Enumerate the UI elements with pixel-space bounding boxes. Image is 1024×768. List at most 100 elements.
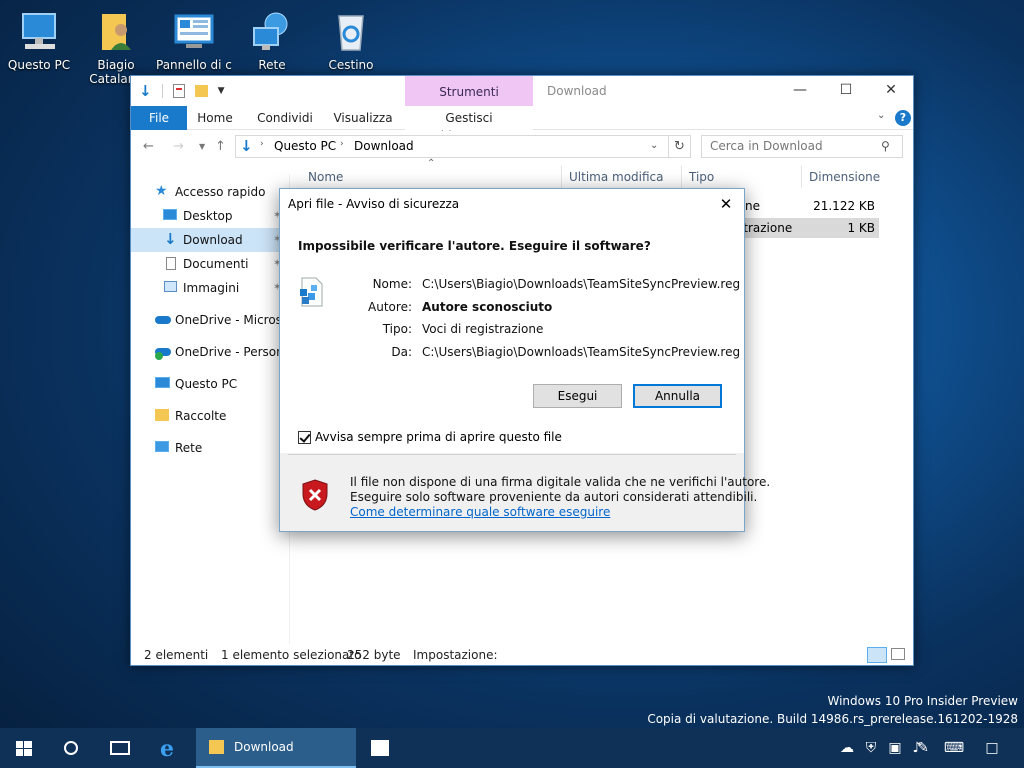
nav-onedrive-personal[interactable]: OneDrive - Personal: [131, 340, 289, 364]
field-value-nome: C:\Users\Biagio\Downloads\TeamSiteSyncPr…: [422, 277, 741, 291]
down-arrow-icon[interactable]: ↓: [139, 82, 152, 100]
recent-locations-button[interactable]: ▼: [199, 142, 205, 151]
taskbar: e Download ☁ ⛨ ▣ ♪ ✎ ⌨ □: [0, 728, 1024, 768]
tab-condividi[interactable]: Condividi: [253, 106, 317, 130]
cortana-button[interactable]: [48, 728, 96, 768]
checkbox-checked[interactable]: [298, 430, 311, 444]
shield-warning-icon: [301, 479, 329, 514]
defender-tray-icon[interactable]: ⛨: [860, 728, 882, 768]
column-dimensione[interactable]: Dimensione: [809, 166, 880, 188]
desktop-icon-control-panel[interactable]: Pannello di controllo: [156, 10, 232, 72]
minimize-button[interactable]: —: [777, 76, 823, 106]
breadcrumb-questo-pc[interactable]: Questo PC: [274, 139, 336, 153]
window-title: Download: [547, 84, 607, 98]
close-button[interactable]: ✕: [868, 76, 914, 106]
breadcrumb-download[interactable]: Download: [354, 139, 414, 153]
network-icon: [155, 441, 169, 452]
desktop-icon-rete[interactable]: Rete: [234, 10, 310, 72]
store-icon: [371, 740, 389, 756]
start-button[interactable]: [0, 728, 48, 768]
download-arrow-icon: ↓: [240, 137, 253, 155]
always-warn-checkbox[interactable]: Avvisa sempre prima di aprire questo fil…: [298, 430, 562, 444]
search-input[interactable]: Cerca in Download: [701, 135, 903, 158]
control-panel-icon: [172, 10, 216, 54]
new-folder-icon[interactable]: [194, 85, 208, 97]
nav-onedrive-microsoft[interactable]: OneDrive - Microsoft: [131, 308, 289, 332]
desktop-icon-questo-pc[interactable]: Questo PC: [1, 10, 77, 72]
star-icon: ★: [155, 183, 168, 199]
cancel-button[interactable]: Annulla: [633, 384, 722, 408]
maximize-button[interactable]: ☐: [823, 76, 869, 106]
action-center-icon[interactable]: □: [980, 728, 1004, 768]
field-label-autore: Autore:: [368, 300, 412, 314]
explorer-titlebar[interactable]: ↓ ▼ Strumenti applicazioni Download — ☐ …: [131, 76, 914, 131]
pen-tray-icon[interactable]: ✎: [912, 728, 934, 768]
field-value-autore: Autore sconosciuto: [422, 300, 553, 314]
tab-visualizza[interactable]: Visualizza: [331, 106, 395, 130]
task-view-button[interactable]: [96, 728, 144, 768]
recycle-bin-icon: [329, 10, 373, 54]
help-link[interactable]: Come determinare quale software eseguire: [350, 505, 610, 519]
nav-download[interactable]: ↓ Download ✶: [131, 228, 289, 252]
desktop-icon-cestino[interactable]: Cestino: [313, 10, 389, 72]
status-selected: 1 elemento selezionato: [221, 648, 362, 662]
status-size: 252 byte: [347, 648, 401, 662]
column-nome[interactable]: Nome: [308, 166, 343, 188]
edge-icon: e: [160, 736, 174, 762]
field-value-tipo: Voci di registrazione: [422, 322, 544, 336]
properties-icon[interactable]: [172, 84, 185, 98]
dialog-title[interactable]: Apri file - Avviso di sicurezza: [280, 189, 744, 219]
details-view-icon[interactable]: [867, 647, 887, 663]
security-warning-dialog: Apri file - Avviso di sicurezza ✕ Imposs…: [279, 188, 770, 532]
checkbox-label: Avvisa sempre prima di aprire questo fil…: [315, 430, 562, 444]
network-tray-icon[interactable]: ▣: [884, 728, 906, 768]
nav-raccolte[interactable]: Raccolte: [131, 404, 289, 428]
store-button[interactable]: [356, 728, 404, 768]
run-button[interactable]: Esegui: [533, 384, 622, 408]
taskbar-explorer-download[interactable]: Download: [196, 728, 356, 768]
large-icons-view-icon[interactable]: [891, 648, 905, 660]
nav-immagini[interactable]: Immagini ✶: [131, 276, 289, 300]
dialog-close-button[interactable]: ✕: [716, 189, 736, 219]
sync-ok-icon: [155, 352, 163, 360]
address-dropdown-icon[interactable]: ⌄: [650, 140, 658, 151]
column-tipo[interactable]: Tipo: [689, 166, 714, 188]
edge-button[interactable]: e: [144, 728, 192, 768]
forward-button[interactable]: →: [173, 139, 184, 154]
network-icon: [250, 10, 294, 54]
refresh-button[interactable]: ↻: [669, 135, 691, 158]
dialog-body: Impossibile verificare l'autore. Eseguir…: [280, 219, 744, 453]
quick-access-toolbar: ↓ ▼: [139, 82, 225, 100]
status-count: 2 elementi: [144, 648, 209, 662]
watermark-line-2: Copia di valutazione. Build 14986.rs_pre…: [647, 712, 1018, 726]
onedrive-tray-icon[interactable]: ☁: [836, 728, 858, 768]
customize-qat-icon[interactable]: ▼: [218, 86, 225, 96]
up-button[interactable]: ↑: [215, 139, 226, 154]
download-folder-icon: ↓: [164, 230, 177, 248]
nav-rete[interactable]: Rete: [131, 436, 289, 460]
column-ultima-modifica[interactable]: Ultima modifica: [569, 166, 664, 188]
nav-documenti[interactable]: Documenti ✶: [131, 252, 289, 276]
dialog-heading: Impossibile verificare l'autore. Eseguir…: [298, 239, 651, 253]
back-button[interactable]: ←: [143, 139, 154, 154]
documents-icon: [166, 257, 176, 270]
field-label-tipo: Tipo:: [382, 322, 412, 336]
warning-line-2: Eseguire solo software proveniente da au…: [350, 490, 758, 504]
pictures-icon: [164, 281, 177, 292]
warning-line-1: Il file non dispone di una firma digital…: [350, 475, 771, 489]
expand-ribbon-icon[interactable]: ⌄: [877, 110, 885, 121]
touch-keyboard-icon[interactable]: ⌨: [940, 728, 968, 768]
nav-accesso-rapido[interactable]: ★ Accesso rapido: [131, 180, 289, 204]
navigation-pane: ★ Accesso rapido Desktop ✶ ↓ Download ✶ …: [131, 174, 289, 644]
nav-desktop[interactable]: Desktop ✶: [131, 204, 289, 228]
field-value-da: C:\Users\Biagio\Downloads\TeamSiteSyncPr…: [422, 345, 741, 359]
tab-file[interactable]: File: [131, 106, 187, 130]
field-label-nome: Nome:: [372, 277, 412, 291]
help-icon[interactable]: ?: [895, 110, 911, 126]
field-label-da: Da:: [391, 345, 412, 359]
address-field[interactable]: ↓ › Questo PC › Download ⌄: [235, 135, 669, 158]
tab-home[interactable]: Home: [193, 106, 237, 130]
taskbar-explorer-label: Download: [234, 740, 294, 754]
tab-gestisci[interactable]: Gestisci: [405, 106, 533, 130]
nav-questo-pc[interactable]: Questo PC: [131, 372, 289, 396]
